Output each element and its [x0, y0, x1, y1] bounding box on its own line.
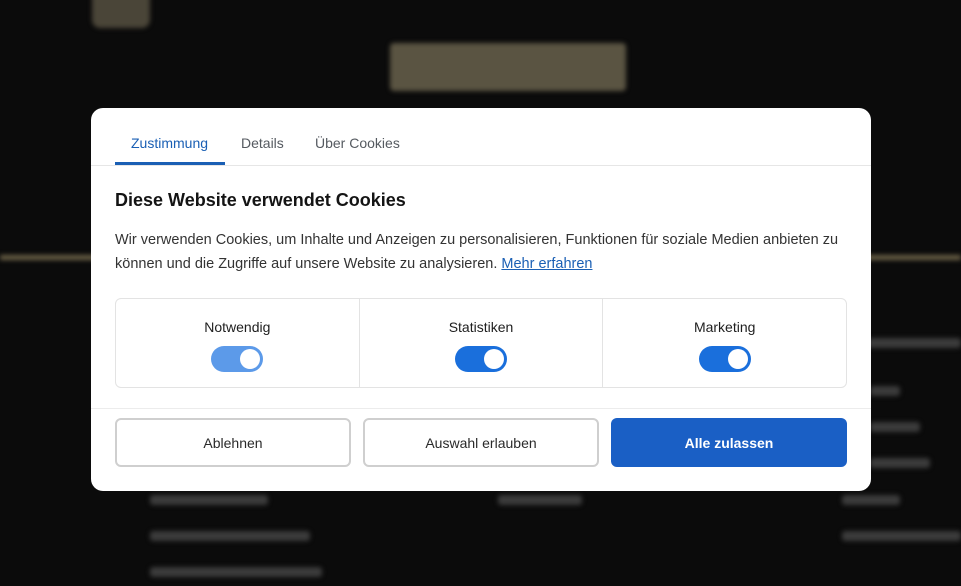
footer-divider: [91, 408, 871, 409]
cookie-consent-dialog: Zustimmung Details Über Cookies Diese We…: [91, 108, 871, 491]
background-text-line: [870, 422, 920, 432]
background-thumbnail: [92, 0, 150, 28]
background-text-line: [870, 458, 930, 468]
background-text-line: [498, 495, 582, 505]
background-text-line: [868, 338, 961, 348]
background-text-line: [150, 531, 310, 541]
dialog-tabs: Zustimmung Details Über Cookies: [91, 108, 871, 166]
learn-more-link[interactable]: Mehr erfahren: [501, 256, 592, 272]
deny-button[interactable]: Ablehnen: [115, 418, 351, 467]
category-label: Marketing: [693, 319, 756, 335]
dialog-description: Wir verwenden Cookies, um Inhalte und An…: [115, 228, 850, 276]
allow-selection-button[interactable]: Auswahl erlauben: [363, 418, 599, 467]
toggle-knob: [484, 349, 504, 369]
cookie-categories: Notwendig Statistiken Marketing: [115, 298, 847, 388]
category-marketing: Marketing: [603, 299, 846, 387]
tab-details[interactable]: Details: [241, 135, 284, 151]
dialog-title: Diese Website verwendet Cookies: [115, 190, 406, 210]
background-text-line: [842, 531, 961, 541]
tab-zustimmung[interactable]: Zustimmung: [131, 135, 208, 151]
toggle-marketing[interactable]: [698, 346, 751, 372]
active-tab-indicator: [115, 162, 225, 165]
tab-ueber-cookies[interactable]: Über Cookies: [315, 135, 400, 151]
toggle-knob: [727, 349, 748, 369]
category-label: Notwendig: [204, 319, 271, 335]
toggle-statistiken[interactable]: [455, 346, 507, 372]
category-label: Statistiken: [448, 319, 514, 335]
description-text: Wir verwenden Cookies, um Inhalte und An…: [115, 232, 839, 272]
category-statistiken: Statistiken: [360, 299, 604, 387]
category-notwendig: Notwendig: [116, 299, 360, 387]
toggle-notwendig[interactable]: [211, 346, 264, 372]
background-text-line: [150, 495, 268, 505]
background-text-line: [870, 386, 900, 396]
background-text-line: [150, 567, 322, 577]
background-text-line: [842, 495, 900, 505]
toggle-knob: [240, 349, 261, 369]
background-button: [390, 43, 626, 91]
allow-all-button[interactable]: Alle zulassen: [611, 418, 847, 467]
